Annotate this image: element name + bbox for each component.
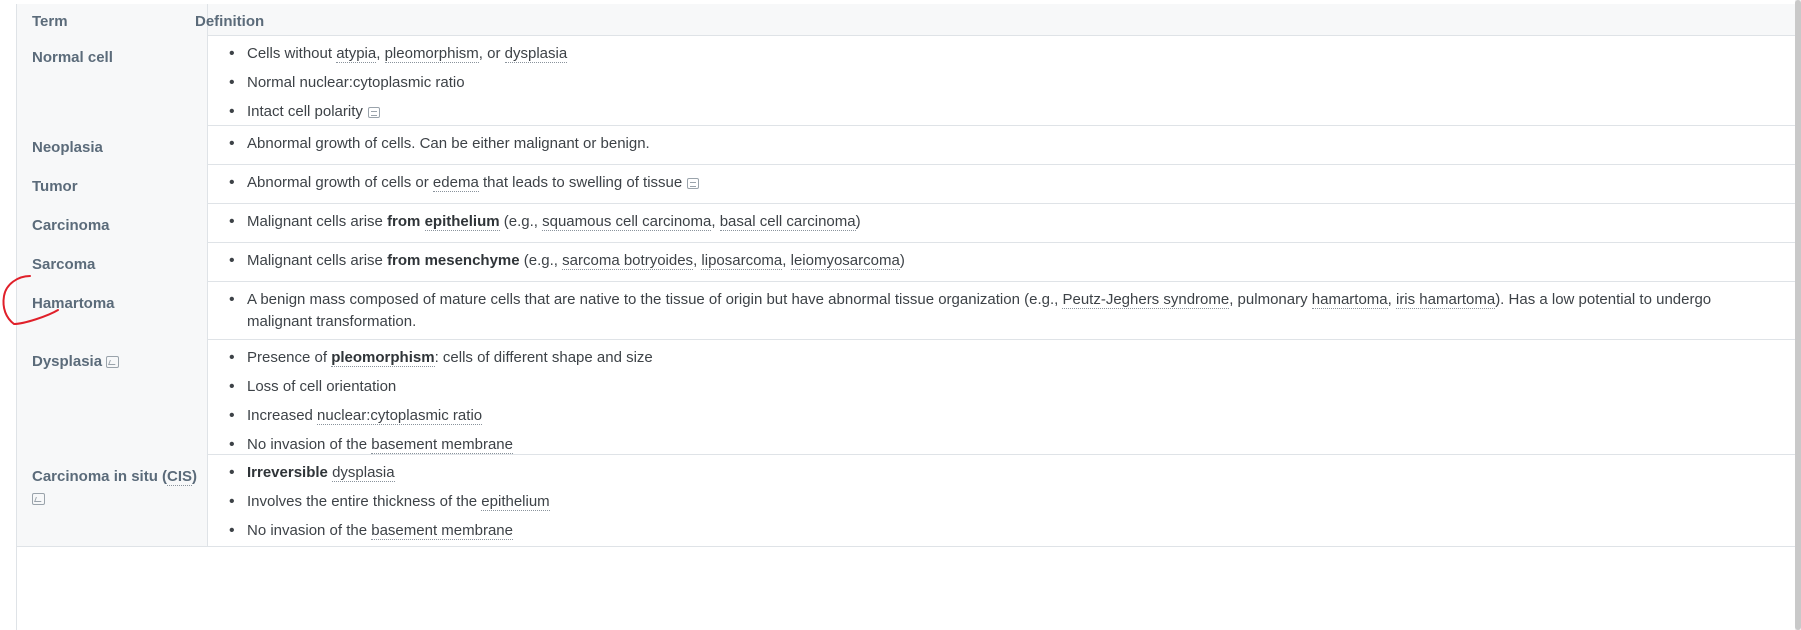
- list-item: Irreversible dysplasia: [225, 462, 1765, 484]
- link-epithelium[interactable]: epithelium: [424, 213, 500, 231]
- link-peutz-jeghers[interactable]: Peutz-Jeghers syndrome: [1062, 291, 1230, 309]
- link-pleomorphism[interactable]: pleomorphism: [384, 45, 479, 63]
- link-iris-hamartoma[interactable]: iris hamartoma: [1395, 291, 1496, 309]
- link-basement-membrane[interactable]: basement membrane: [371, 436, 513, 454]
- table-row: Carcinoma in situ (CIS) Irreversible dys…: [17, 454, 1795, 547]
- table-row: Dysplasia Presence of pleomorphism: cell…: [17, 339, 1795, 456]
- table-row: Normal cell Cells without atypia, pleomo…: [17, 35, 1795, 126]
- list-item: Increased nuclear:cytoplasmic ratio: [225, 405, 1765, 427]
- note-icon[interactable]: [367, 106, 380, 118]
- link-nuclear-cytoplasmic-ratio[interactable]: nuclear:cytoplasmic ratio: [317, 407, 483, 425]
- image-icon[interactable]: [106, 356, 120, 369]
- list-item: Abnormal growth of cells. Can be either …: [225, 133, 1765, 155]
- table-row: Sarcoma Malignant cells arise from mesen…: [17, 242, 1795, 282]
- table-header-row: Term Definition: [17, 4, 1795, 36]
- list-item: Intact cell polarity: [225, 101, 1765, 123]
- link-dysplasia[interactable]: dysplasia: [504, 45, 568, 63]
- header-definition: Definition: [195, 13, 265, 30]
- link-basal-cell-carcinoma[interactable]: basal cell carcinoma: [719, 213, 856, 231]
- link-hamartoma[interactable]: hamartoma: [1311, 291, 1388, 309]
- link-edema[interactable]: edema: [432, 174, 479, 192]
- list-item: A benign mass composed of mature cells t…: [225, 289, 1765, 333]
- term-tumor: Tumor: [17, 164, 208, 203]
- link-cis[interactable]: CIS: [167, 468, 193, 486]
- image-icon[interactable]: [32, 493, 45, 506]
- link-pleomorphism[interactable]: pleomorphism: [331, 349, 435, 367]
- table-row: Neoplasia Abnormal growth of cells. Can …: [17, 125, 1795, 165]
- link-leiomyosarcoma[interactable]: leiomyosarcoma: [790, 252, 900, 270]
- table-row: Carcinoma Malignant cells arise from epi…: [17, 203, 1795, 243]
- scrollbar-thumb[interactable]: [1795, 0, 1801, 630]
- list-item: Presence of pleomorphism: cells of diffe…: [225, 347, 1765, 369]
- vertical-scrollbar[interactable]: [1795, 0, 1801, 630]
- term-carcinoma: Carcinoma: [17, 203, 208, 242]
- definition-table: Term Definition Normal cell Cells withou…: [16, 4, 1796, 630]
- link-liposarcoma[interactable]: liposarcoma: [701, 252, 783, 270]
- note-icon[interactable]: [687, 177, 700, 189]
- list-item: Normal nuclear:cytoplasmic ratio: [225, 72, 1765, 94]
- table-row: Hamartoma A benign mass composed of matu…: [17, 281, 1795, 340]
- header-term: Term: [17, 4, 208, 35]
- link-sarcoma-botryoides[interactable]: sarcoma botryoides: [562, 252, 694, 270]
- term-normal-cell: Normal cell: [17, 35, 208, 125]
- list-item: Malignant cells arise from mesenchyme (e…: [225, 250, 1765, 272]
- link-basement-membrane[interactable]: basement membrane: [371, 522, 513, 540]
- definition-list: Cells without atypia, pleomorphism, or d…: [225, 43, 1765, 130]
- term-neoplasia: Neoplasia: [17, 125, 208, 164]
- link-squamous-cell-carcinoma[interactable]: squamous cell carcinoma: [542, 213, 712, 231]
- list-item: Malignant cells arise from epithelium (e…: [225, 211, 1765, 233]
- link-epithelium[interactable]: epithelium: [481, 493, 550, 511]
- list-item: Loss of cell orientation: [225, 376, 1765, 398]
- link-dysplasia[interactable]: dysplasia: [332, 464, 395, 482]
- list-item: Abnormal growth of cells or edema that l…: [225, 172, 1765, 194]
- link-atypia[interactable]: atypia: [336, 45, 377, 63]
- list-item: No invasion of the basement membrane: [225, 520, 1765, 542]
- term-carcinoma-in-situ: Carcinoma in situ (CIS): [17, 454, 208, 546]
- term-dysplasia: Dysplasia: [17, 339, 208, 454]
- list-item: Involves the entire thickness of the epi…: [225, 491, 1765, 513]
- list-item: No invasion of the basement membrane: [225, 434, 1765, 456]
- list-item: Cells without atypia, pleomorphism, or d…: [225, 43, 1765, 65]
- table-row: Tumor Abnormal growth of cells or edema …: [17, 164, 1795, 204]
- annotation-bracket: [2, 275, 59, 326]
